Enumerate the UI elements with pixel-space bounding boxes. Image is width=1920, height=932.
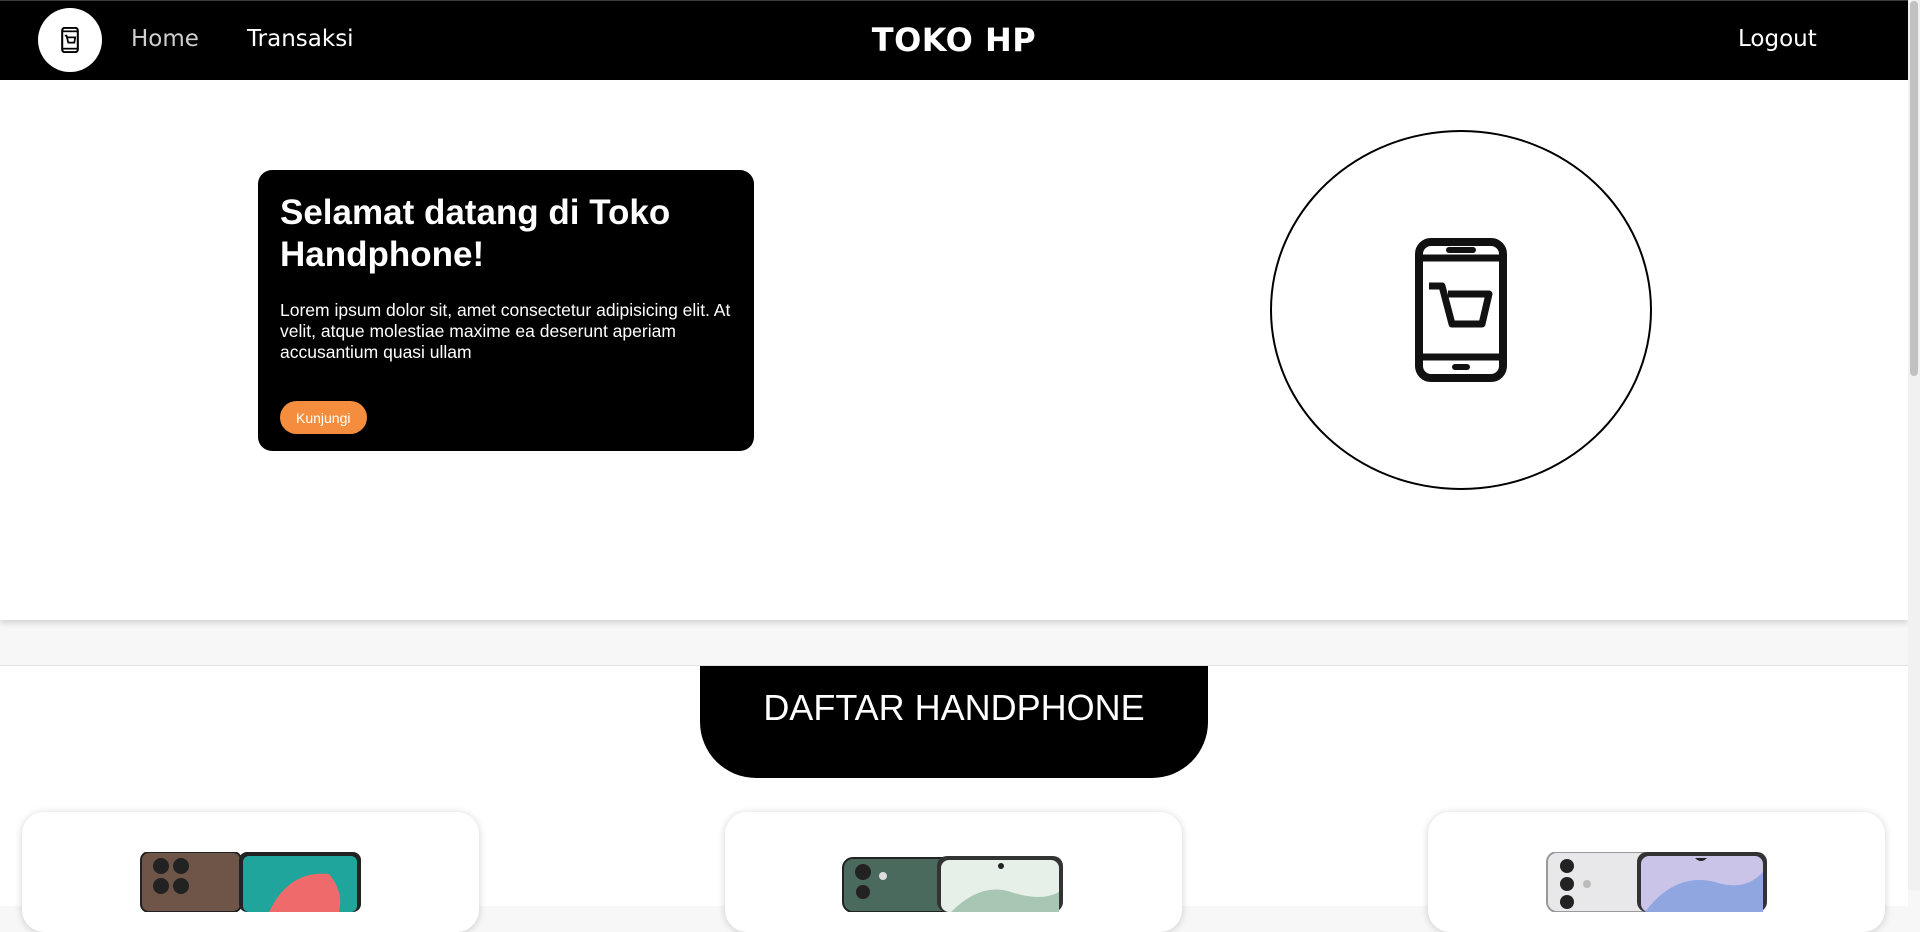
product-card[interactable] [1428, 812, 1885, 932]
brand-title: TOKO HP [871, 21, 1037, 59]
hero-illustration [1270, 130, 1652, 490]
scrollbar[interactable] [1908, 0, 1920, 890]
phone-brown [140, 852, 361, 912]
scrollbar-thumb[interactable] [1910, 1, 1918, 376]
welcome-title: Selamat datang di Toko Handphone! [280, 193, 671, 274]
product-section: DAFTAR HANDPHONE [0, 665, 1908, 932]
hero-section: Selamat datang di Toko Handphone! Lorem … [0, 80, 1908, 620]
kunjungi-button[interactable]: Kunjungi [280, 401, 367, 434]
welcome-text: Lorem ipsum dolor sit, amet consectetur … [280, 300, 731, 362]
phone-cart-icon [1415, 238, 1507, 382]
phone-silver [1546, 852, 1767, 912]
navbar: Home Transaksi TOKO HP Logout [0, 0, 1908, 80]
phone-green [842, 856, 1063, 912]
product-card[interactable] [725, 812, 1182, 932]
product-card[interactable] [22, 812, 479, 932]
section-title: DAFTAR HANDPHONE [700, 666, 1208, 778]
logout-link[interactable]: Logout [1738, 26, 1817, 52]
welcome-card: Selamat datang di Toko Handphone! Lorem … [258, 170, 754, 451]
